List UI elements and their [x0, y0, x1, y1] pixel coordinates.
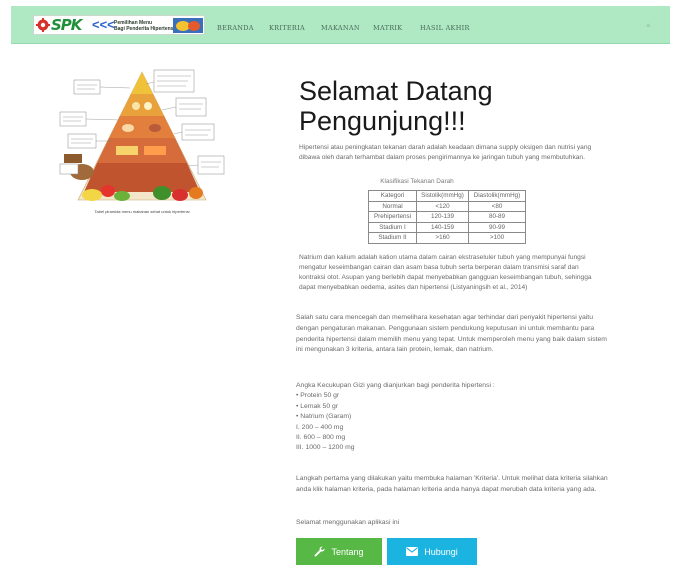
nutrition-list: Angka Kecukupan Gizi yang dianjurkan bag… — [296, 381, 495, 454]
list-item: III. 1000 – 1200 mg — [296, 444, 355, 452]
list-item: • Lemak 50 gr — [296, 402, 339, 410]
table-header: Sistolik(mmHg) — [416, 190, 469, 202]
table-header: Kategori — [368, 190, 417, 202]
closing-text: Selamat menggunakan aplikasi ini — [296, 519, 400, 526]
table-cell: <80 — [468, 200, 526, 212]
table-caption: Klasifikasi Tekanan Darah — [380, 178, 454, 185]
table-cell: 80-89 — [468, 211, 526, 223]
envelope-icon — [406, 547, 419, 556]
menu-toggle-icon[interactable]: ≡ — [646, 22, 650, 29]
nav-matrik[interactable]: MATRIK — [373, 24, 402, 32]
table-cell: Normal — [368, 200, 417, 212]
food-pyramid-image: Tabel piramida menu makanan sehat untuk … — [58, 68, 226, 218]
gear-icon — [36, 18, 50, 32]
tentang-label: Tentang — [331, 546, 364, 557]
navbar: SPK <<< Pemilihan Menu Bagi Penderita Hi… — [11, 6, 670, 44]
table-cell: >100 — [468, 232, 526, 244]
table-row: Stadium II >160 >100 — [368, 232, 526, 244]
table-cell: 90-99 — [468, 221, 526, 233]
nav-kriteria[interactable]: KRITERIA — [269, 24, 305, 32]
table-row: Stadium I 140-159 90-99 — [368, 221, 526, 233]
logo-chevrons: <<< — [92, 17, 115, 32]
wrench-icon — [315, 546, 326, 557]
nav-hasil-akhir[interactable]: HASIL AKHIR — [420, 24, 470, 32]
table-header-row: Kategori Sistolik(mmHg) Diastolik(mmHg) — [368, 190, 526, 202]
blood-pressure-table: Kategori Sistolik(mmHg) Diastolik(mmHg) … — [368, 190, 526, 244]
list-item: I. 200 – 400 mg — [296, 423, 344, 431]
table-header: Diastolik(mmHg) — [468, 190, 526, 202]
table-cell: 120-139 — [416, 211, 469, 223]
hubungi-label: Hubungi — [424, 546, 458, 557]
list-item: • Protein 50 gr — [296, 392, 340, 400]
tentang-button[interactable]: Tentang — [296, 538, 382, 565]
logo-brand: SPK — [51, 16, 82, 34]
food-pyramid-illustration — [59, 69, 225, 201]
table-cell: Prehipertensi — [368, 211, 417, 223]
natrium-paragraph: Natrium dan kalium adalah kation utama d… — [299, 254, 592, 291]
table-cell: 140-159 — [416, 221, 469, 233]
list-item: II. 600 – 800 mg — [296, 434, 346, 442]
prevention-paragraph: Salah satu cara mencegah dan memelihara … — [296, 314, 607, 354]
intro-paragraph: Hipertensi atau peningkatan tekanan dara… — [299, 144, 592, 161]
nutrition-heading: Angka Kecukupan Gizi yang dianjurkan bag… — [296, 382, 495, 389]
hubungi-button[interactable]: Hubungi — [387, 538, 477, 565]
table-cell: >160 — [416, 232, 469, 244]
nav-beranda[interactable]: BERANDA — [217, 24, 254, 32]
app-logo[interactable]: SPK <<< Pemilihan Menu Bagi Penderita Hi… — [33, 15, 205, 35]
page-title: Selamat Datang Pengunjung!!! — [299, 76, 493, 136]
logo-badge-icon — [173, 18, 203, 33]
logo-tagline-2: Bagi Penderita Hipertensi — [114, 26, 175, 32]
pyramid-caption: Tabel piramida menu makanan sehat untuk … — [94, 209, 190, 214]
list-item: • Natrium (Garam) — [296, 413, 352, 421]
table-cell: <120 — [416, 200, 469, 212]
table-row: Prehipertensi 120-139 80-89 — [368, 211, 526, 223]
table-cell: Stadium II — [368, 232, 417, 244]
nav-makanan[interactable]: MAKANAN — [321, 24, 360, 32]
steps-paragraph: Langkah pertama yang dilakukan yaitu mem… — [296, 475, 608, 493]
table-row: Normal <120 <80 — [368, 200, 526, 212]
table-cell: Stadium I — [368, 221, 417, 233]
